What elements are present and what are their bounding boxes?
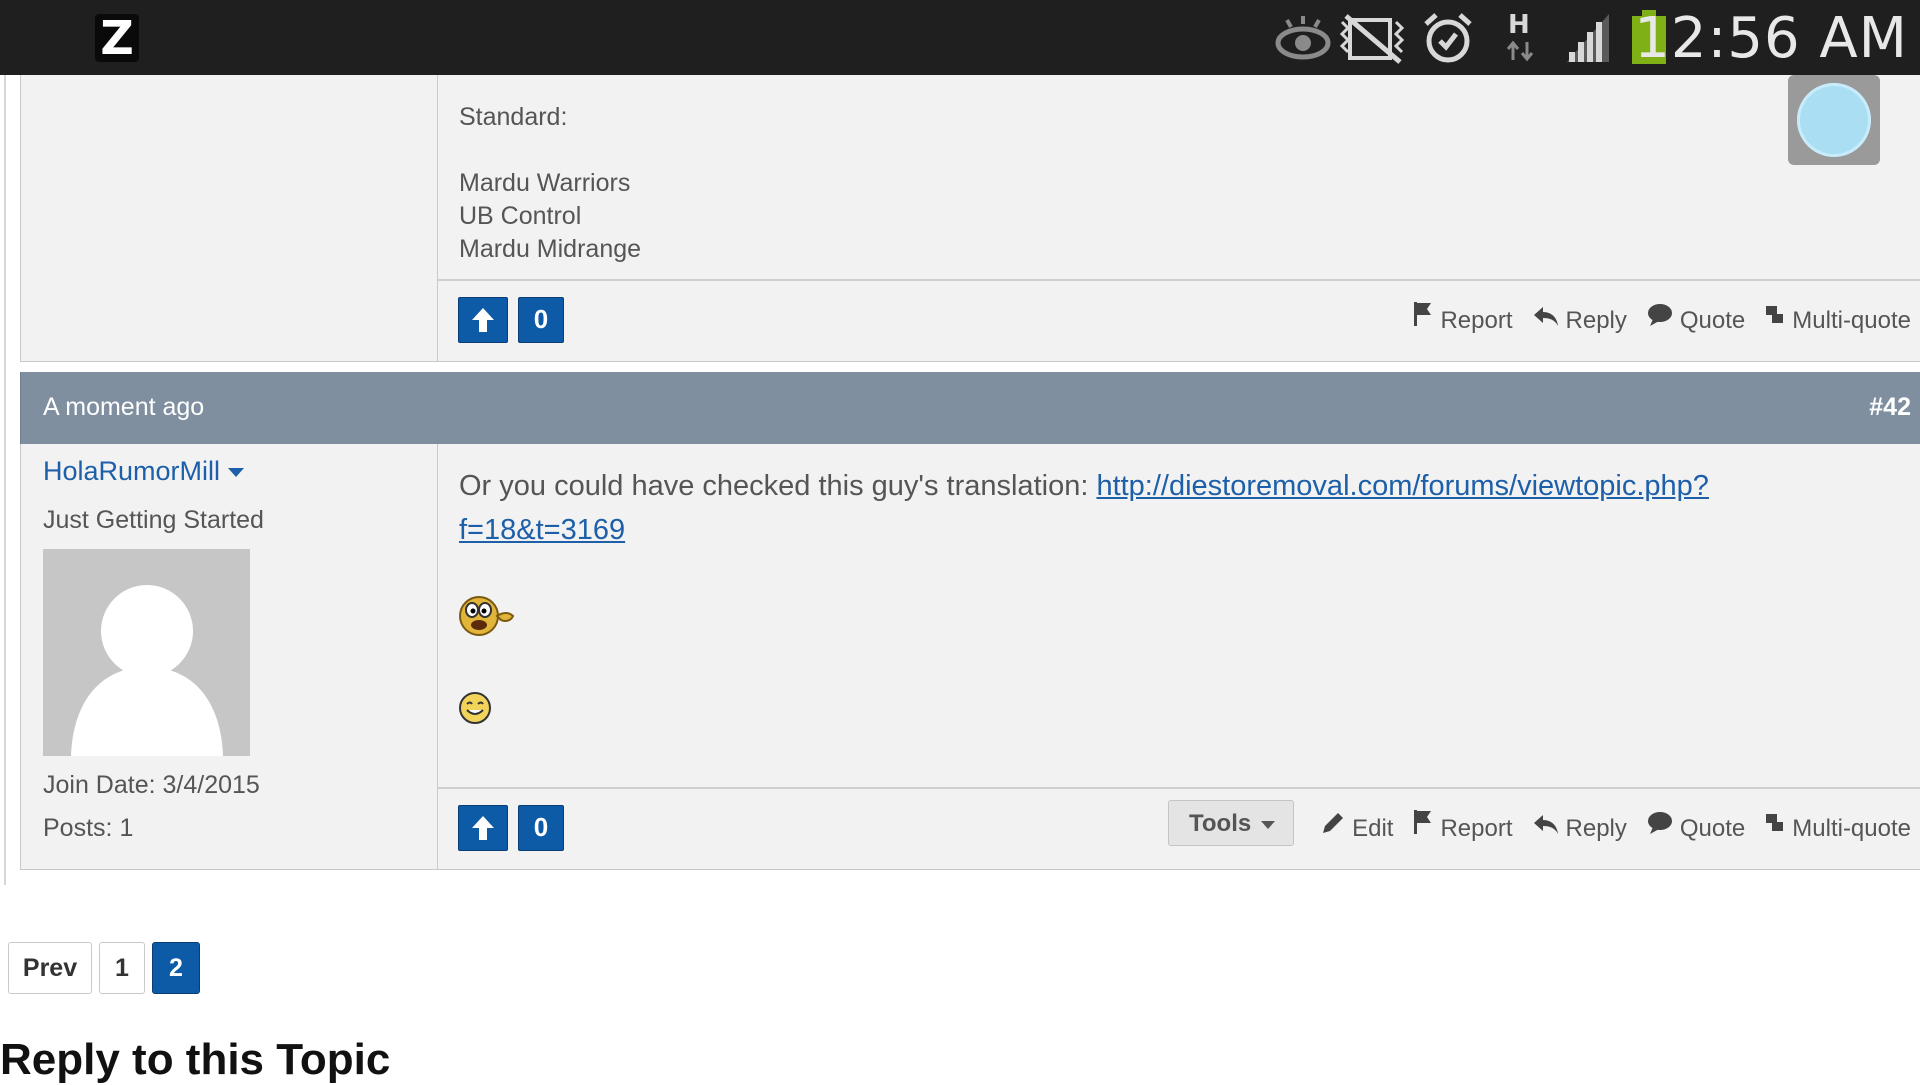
- caret-down-icon: [1261, 820, 1276, 829]
- multiquote-label: Multi-quote: [1792, 307, 1911, 334]
- username: HolaRumorMill: [43, 456, 221, 486]
- user-rank: Just Getting Started: [43, 506, 264, 534]
- smiley-grin-icon: [459, 692, 491, 724]
- multiquote-link[interactable]: Multi-quote: [1765, 295, 1911, 335]
- post-body-line: Mardu Warriors: [459, 169, 631, 197]
- report-label: Report: [1440, 307, 1513, 334]
- arrow-up-icon: [472, 816, 494, 840]
- page-1-button[interactable]: 1: [99, 942, 145, 994]
- reply-icon: [1533, 815, 1558, 834]
- quote-link[interactable]: Quote: [1647, 803, 1745, 843]
- tools-label: Tools: [1189, 810, 1252, 837]
- message-text: Or you could have checked this guy's tra…: [459, 470, 1097, 502]
- eye-icon: [1275, 16, 1331, 60]
- post-body-line: Standard:: [459, 103, 568, 131]
- multiquote-icon: [1766, 814, 1784, 831]
- posts-label: Posts:: [43, 814, 113, 842]
- avatar[interactable]: [43, 549, 250, 756]
- quote-label: Quote: [1679, 307, 1746, 334]
- quote-link[interactable]: Quote: [1647, 295, 1745, 335]
- report-label: Report: [1440, 815, 1513, 842]
- pagination: Prev 1 2: [8, 942, 207, 994]
- vote-count: 0: [518, 805, 564, 851]
- username-dropdown[interactable]: HolaRumorMill: [43, 456, 245, 487]
- upvote-button[interactable]: [458, 805, 508, 851]
- smiley-thinking-icon: [459, 596, 515, 636]
- quote-label: Quote: [1679, 815, 1746, 842]
- pencil-icon: [1323, 813, 1344, 833]
- tools-dropdown-button[interactable]: Tools: [1168, 800, 1294, 846]
- data-arrows-icon: [1506, 40, 1534, 62]
- frame-rule: [4, 75, 6, 885]
- report-link[interactable]: Report: [1413, 295, 1513, 335]
- post-previous: Standard: Mardu Warriors UB Control Mard…: [20, 75, 1920, 362]
- post-number-link[interactable]: #42: [1869, 393, 1911, 422]
- default-user-icon: [71, 585, 223, 756]
- posts-value: 1: [119, 814, 134, 842]
- speech-bubble-icon: [1647, 812, 1672, 834]
- post-actions: Report Reply Quote Multi-quote: [1393, 295, 1911, 335]
- post-previous-sidebar: [21, 75, 438, 361]
- link-line-2: f=18&t=3169: [459, 514, 626, 546]
- join-date: Join Date: 3/4/2015: [43, 771, 260, 800]
- reply-icon: [1533, 307, 1558, 326]
- reply-link[interactable]: Reply: [1533, 803, 1627, 843]
- reply-label: Reply: [1565, 307, 1627, 334]
- reply-heading: Reply to this Topic: [0, 1035, 391, 1084]
- post-body-line: Mardu Midrange: [459, 235, 642, 263]
- speech-bubble-icon: [1647, 304, 1672, 326]
- post-actions: Edit Report Reply Quote Multi-quote: [1301, 803, 1911, 843]
- join-date-label: Join Date:: [43, 771, 156, 799]
- post-count: Posts: 1: [43, 814, 133, 843]
- app-z-icon: Z: [95, 14, 139, 62]
- post-latest: HolaRumorMill Just Getting Started Join …: [20, 444, 1920, 870]
- join-date-value: 3/4/2015: [162, 771, 260, 799]
- multiquote-icon: [1766, 306, 1784, 323]
- status-clock: 12:56 AM: [1634, 6, 1908, 71]
- link-line-1: http://diestoremoval.com/forums/viewtopi…: [1096, 470, 1709, 502]
- reply-link[interactable]: Reply: [1533, 295, 1627, 335]
- page-2-button[interactable]: 2: [152, 942, 200, 994]
- post-body-line: [459, 134, 641, 167]
- edit-label: Edit: [1352, 815, 1394, 842]
- floating-bubble-button[interactable]: [1788, 75, 1880, 165]
- edit-link[interactable]: Edit: [1321, 803, 1393, 843]
- report-link[interactable]: Report: [1413, 803, 1513, 843]
- post-previous-footer: 0 Report Reply Quote Multi-quote: [438, 279, 1920, 361]
- arrow-up-icon: [472, 308, 494, 332]
- mute-icon: [1340, 14, 1405, 64]
- network-type-label: H: [1508, 10, 1530, 40]
- multiquote-label: Multi-quote: [1792, 815, 1911, 842]
- reply-label: Reply: [1565, 815, 1627, 842]
- multiquote-link[interactable]: Multi-quote: [1765, 803, 1911, 843]
- caret-down-icon: [228, 468, 245, 478]
- flag-icon: [1414, 810, 1432, 834]
- post-time: A moment ago: [43, 393, 205, 421]
- signal-icon: [1567, 14, 1609, 62]
- post-header: A moment ago #42: [20, 372, 1920, 444]
- post-author-sidebar: HolaRumorMill Just Getting Started Join …: [21, 444, 438, 869]
- flag-icon: [1414, 302, 1432, 326]
- post-body-line: UB Control: [459, 202, 582, 230]
- alarm-icon: [1424, 13, 1472, 63]
- bubble-icon: [1797, 83, 1871, 157]
- post-message: Or you could have checked this guy's tra…: [459, 464, 1759, 552]
- vote-count: 0: [518, 297, 564, 343]
- status-bar: Z H 12:56 AM: [0, 0, 1920, 75]
- prev-page-button[interactable]: Prev: [8, 942, 92, 994]
- upvote-button[interactable]: [458, 297, 508, 343]
- post-previous-body: Standard: Mardu Warriors UB Control Mard…: [459, 101, 641, 266]
